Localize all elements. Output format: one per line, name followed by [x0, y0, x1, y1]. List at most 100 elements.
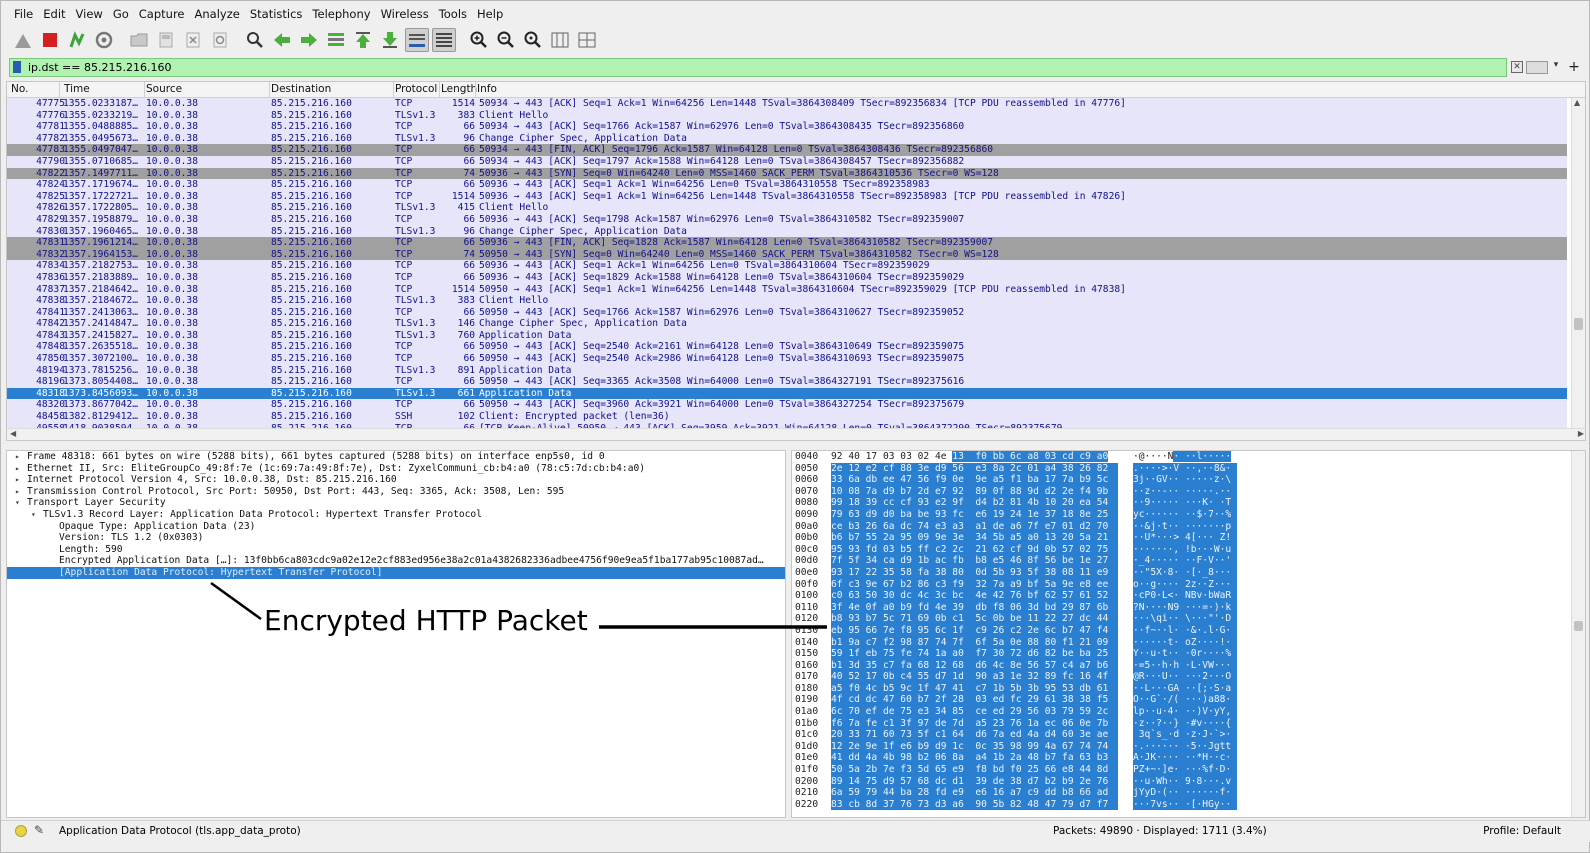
menu-wireless[interactable]: Wireless	[376, 5, 434, 23]
hex-bytes[interactable]: f6 7a fe c1 3f 97 de 7d a5 23 76 1a ec 0…	[831, 717, 1118, 730]
packet-row[interactable]: 47850 1357.3072100… 10.0.0.38 85.215.216.16…	[7, 353, 1567, 365]
hex-bytes[interactable]: 6c 70 ef de 75 e3 34 85 ce ed 29 56 03 7…	[831, 706, 1118, 718]
hex-bytes[interactable]: 3f 4e 0f a0 b9 fd 4e 39 db f8 06 3d bd 2…	[831, 601, 1118, 614]
packet-row[interactable]: 47832 1357.1964153… 10.0.0.38 85.215.216.16…	[7, 248, 1567, 261]
ascii-bytes[interactable]: ······t· oZ····!·	[1133, 636, 1237, 649]
menu-capture[interactable]: Capture	[134, 5, 190, 23]
scroll-right-icon[interactable]: ▶	[1578, 429, 1584, 438]
menu-tools[interactable]: Tools	[434, 5, 472, 23]
detail-tree-item[interactable]: ▸ Frame 48318: 661 bytes on wire (5288 bi…	[7, 451, 785, 463]
zoom-in-icon[interactable]	[467, 28, 491, 52]
menu-statistics[interactable]: Statistics	[245, 5, 308, 23]
ascii-bytes[interactable]: 3j··GV·· ·····z·\	[1133, 474, 1237, 486]
packet-list-vertical-scrollbar[interactable]: ▲	[1571, 98, 1585, 428]
ascii-bytes[interactable]: ·cP0·L<· NBv·bWaR	[1133, 590, 1237, 602]
detail-tree-item[interactable]: Encrypted Application Data […]: 13f0bb6c…	[7, 555, 785, 567]
hex-bytes[interactable]: 2e 12 e2 cf 88 3e d9 56 e3 8a 2c 01 a4 3…	[831, 462, 1118, 475]
detail-tree-item[interactable]: ▸ Transmission Control Protocol, Src Port…	[7, 486, 785, 498]
hex-bytes[interactable]: 20 33 71 60 73 5f c1 64 d6 7a ed 4a d4 6…	[831, 729, 1118, 741]
packet-row[interactable]: 47837 1357.2184642… 10.0.0.38 85.215.216.16…	[7, 283, 1567, 296]
packet-row[interactable]: 47776 1355.0233219… 10.0.0.38 85.215.216.16…	[7, 109, 1567, 122]
col-no[interactable]: No.	[11, 83, 28, 95]
add-filter-button-icon[interactable]: +	[1567, 59, 1581, 75]
hex-bytes[interactable]: 92 40 17 03 03 02 4e 13 f0 bb 6c a8 03 c…	[831, 451, 1118, 463]
detail-tree-item[interactable]: ▸ Ethernet II, Src: EliteGroupCo_49:8f:7e…	[7, 463, 785, 475]
save-file-icon[interactable]	[154, 28, 178, 52]
col-time[interactable]: Time	[64, 83, 90, 95]
ascii-bytes[interactable]: ··"5X·8· ·[·_8···	[1133, 566, 1237, 579]
menu-go[interactable]: Go	[108, 5, 134, 23]
restart-capture-icon[interactable]	[65, 28, 89, 52]
collapsed-arrow-icon[interactable]: ▸	[15, 486, 20, 498]
hex-bytes[interactable]: 83 cb 8d 37 76 73 d3 a6 90 5b 82 48 47 7…	[831, 798, 1118, 811]
packet-row[interactable]: 47822 1357.1497711… 10.0.0.38 85.215.216.16…	[7, 167, 1567, 180]
hex-bytes[interactable]: 79 63 d9 d0 ba be 93 fc e6 19 24 1e 37 1…	[831, 508, 1118, 521]
scroll-thumb[interactable]	[1574, 318, 1583, 330]
hex-bytes[interactable]: 7f 5f 34 ca d9 1b ac fb b8 e5 46 8f 56 b…	[831, 555, 1118, 567]
menu-edit[interactable]: Edit	[38, 5, 70, 23]
ascii-bytes[interactable]: ···\qi·· \···"'·D	[1133, 613, 1237, 625]
menu-file[interactable]: File	[9, 5, 38, 23]
edit-comment-icon[interactable]: ✎	[34, 823, 44, 837]
hex-bytes[interactable]: 6a 59 79 44 ba 28 fd e9 e6 16 a7 c9 dd b…	[831, 787, 1118, 799]
hex-bytes[interactable]: 6f c3 9e 67 b2 86 c3 f9 32 7a a9 bf 5a 9…	[831, 578, 1118, 591]
clear-filter-icon[interactable]: ✕	[1511, 61, 1523, 73]
hex-bytes[interactable]: b8 93 b7 5c 71 69 0b c1 5c 0b be 11 22 2…	[831, 613, 1118, 625]
hex-bytes[interactable]: 93 17 22 35 58 fa 38 80 0d 5b 93 5f 38 0…	[831, 566, 1118, 579]
detail-tree-item[interactable]: [Application Data Protocol: Hypertext Tr…	[7, 566, 785, 579]
menu-telephony[interactable]: Telephony	[307, 5, 375, 23]
go-last-icon[interactable]	[378, 28, 402, 52]
packet-row[interactable]: 47783 1355.0497047… 10.0.0.38 85.215.216.16…	[7, 144, 1567, 156]
packet-row[interactable]: 47781 1355.0488885… 10.0.0.38 85.215.216.16…	[7, 121, 1567, 133]
hex-bytes[interactable]: eb 95 66 7e f8 95 6c 1f c9 26 c2 2e 6c b…	[831, 624, 1118, 637]
reload-file-icon[interactable]	[208, 28, 232, 52]
menu-analyze[interactable]: Analyze	[190, 5, 245, 23]
detail-tree-item[interactable]: ▸ Internet Protocol Version 4, Src: 10.0.…	[7, 474, 785, 486]
hex-bytes[interactable]: b6 b7 55 2a 95 09 9e 3e 34 5b a5 a0 13 2…	[831, 532, 1118, 544]
filter-history-dropdown-icon[interactable]: ▾	[1550, 60, 1562, 74]
ascii-bytes[interactable]: 3q`s_·d ·z·J·`>·	[1133, 729, 1237, 741]
menu-view[interactable]: View	[71, 5, 108, 23]
hex-bytes[interactable]: 41 dd 4a 4b 98 b2 06 8a a4 1b 2a 48 b7 f…	[831, 752, 1118, 765]
collapsed-arrow-icon[interactable]: ▸	[15, 463, 20, 475]
ascii-bytes[interactable]: ··U*···> 4[··· Z!	[1133, 532, 1237, 544]
scroll-up-icon[interactable]: ▲	[1574, 98, 1580, 107]
close-file-icon[interactable]	[181, 28, 205, 52]
hex-bytes[interactable]: 89 14 75 d9 57 68 dc d1 39 de 38 d7 b2 b…	[831, 775, 1118, 788]
ascii-bytes[interactable]: ·.······ ·5··Jgtt	[1133, 740, 1237, 753]
ascii-bytes[interactable]: o··g···· 2z··Z···	[1133, 578, 1237, 591]
ascii-bytes[interactable]: A·JK···· ··*H··c·	[1133, 752, 1237, 765]
ascii-bytes[interactable]: ·_4····· ··F·V··'	[1133, 555, 1237, 567]
layout-icon[interactable]	[575, 28, 599, 52]
packet-row[interactable]: 47790 1355.0710685… 10.0.0.38 85.215.216.16…	[7, 155, 1567, 168]
packet-row[interactable]: 47831 1357.1961214… 10.0.0.38 85.215.216.16…	[7, 237, 1567, 249]
packet-row[interactable]: 47824 1357.1719674… 10.0.0.38 85.215.216.16…	[7, 179, 1567, 191]
hex-bytes[interactable]: 12 2e 9e 1f e6 b9 d9 1c 0c 35 98 99 4a 6…	[831, 740, 1118, 753]
packet-row[interactable]: 47836 1357.2183889… 10.0.0.38 85.215.216.16…	[7, 271, 1567, 284]
hex-bytes[interactable]: c0 63 50 30 dc 4c 3c bc 4e 42 76 bf 62 5…	[831, 590, 1118, 602]
ascii-bytes[interactable]: ·=5··h·h ·L·VW···	[1133, 659, 1237, 672]
col-source[interactable]: Source	[146, 83, 182, 95]
packet-row[interactable]: 47775 1355.0233187… 10.0.0.38 85.215.216.16…	[7, 98, 1567, 110]
detail-tree-item[interactable]: ▾ TLSv1.3 Record Layer: Application Data …	[7, 509, 785, 521]
packet-row[interactable]: 47841 1357.2413063… 10.0.0.38 85.215.216.16…	[7, 306, 1567, 319]
find-packet-icon[interactable]	[243, 28, 267, 52]
zoom-normal-icon[interactable]	[521, 28, 545, 52]
ascii-bytes[interactable]: yc······ ··$·7··%	[1133, 508, 1237, 521]
packet-row[interactable]: 48318 1373.8456093… 10.0.0.38 85.215.216.16…	[7, 387, 1567, 400]
packet-row[interactable]: 47842 1357.2414847… 10.0.0.38 85.215.216.16…	[7, 318, 1567, 330]
go-forward-icon[interactable]	[297, 28, 321, 52]
ascii-bytes[interactable]: ··9····· ···K· ·T	[1133, 497, 1237, 509]
resize-columns-icon[interactable]	[548, 28, 572, 52]
ascii-bytes[interactable]: jYyD·(·· ······f·	[1133, 787, 1237, 799]
apply-filter-icon[interactable]	[1526, 61, 1548, 74]
ascii-bytes[interactable]: ··f~··l· ·&·.l·G·	[1133, 624, 1237, 637]
packet-row[interactable]: 47782 1355.0495673… 10.0.0.38 85.215.216.16…	[7, 132, 1567, 145]
hex-bytes[interactable]: a5 f0 4c b5 9c 1f 47 41 c7 1b 5b 3b 95 5…	[831, 682, 1118, 695]
ascii-bytes[interactable]: ··u·Wh·· 9·8···.v	[1133, 775, 1237, 788]
autoscroll-icon[interactable]	[405, 28, 429, 52]
bookmark-icon[interactable]	[13, 61, 21, 73]
detail-tree-item[interactable]: Length: 590	[7, 544, 785, 556]
packet-row[interactable]: 47848 1357.2635518… 10.0.0.38 85.215.216.16…	[7, 341, 1567, 354]
packet-row[interactable]: 48320 1373.8677042… 10.0.0.38 85.215.216.16…	[7, 399, 1567, 412]
